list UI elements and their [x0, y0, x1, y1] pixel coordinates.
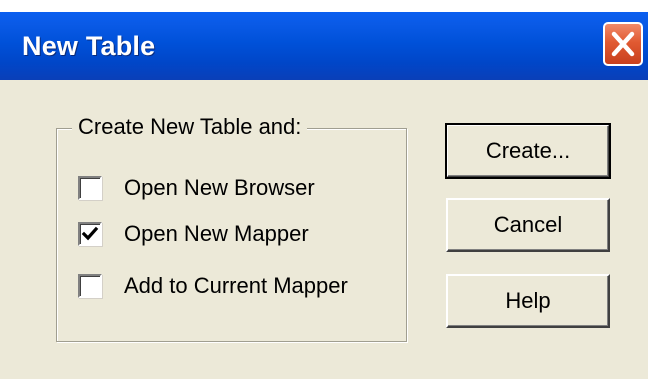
option-open-new-browser[interactable]: Open New Browser	[78, 172, 315, 204]
title-bar[interactable]: New Table	[0, 12, 648, 80]
open-new-mapper-checkbox[interactable]	[78, 222, 102, 246]
add-to-current-mapper-checkbox[interactable]	[78, 274, 102, 298]
open-new-browser-checkbox[interactable]	[78, 176, 102, 200]
new-table-dialog-screen: New Table Create New Table and: Open New…	[0, 0, 648, 379]
close-button[interactable]	[603, 22, 643, 66]
group-legend: Create New Table and:	[72, 112, 308, 142]
option-add-to-current-mapper[interactable]: Add to Current Mapper	[78, 270, 348, 302]
create-button[interactable]: Create...	[445, 123, 611, 179]
cancel-button[interactable]: Cancel	[446, 198, 610, 252]
option-open-new-mapper[interactable]: Open New Mapper	[78, 218, 309, 250]
checkmark-icon	[81, 226, 99, 241]
help-button[interactable]: Help	[446, 274, 610, 328]
open-new-browser-label: Open New Browser	[124, 175, 315, 200]
close-icon	[611, 31, 635, 57]
window-title: New Table	[22, 31, 156, 61]
dialog-body: Create New Table and: Open New Browser O…	[0, 80, 648, 379]
add-to-current-mapper-label: Add to Current Mapper	[124, 273, 348, 298]
open-new-mapper-label: Open New Mapper	[124, 221, 309, 246]
